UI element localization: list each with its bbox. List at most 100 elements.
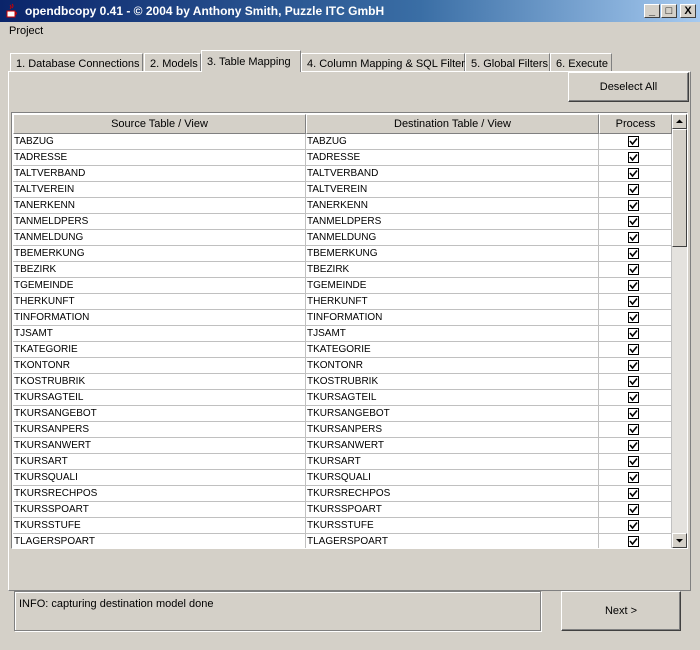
- table-row[interactable]: TANERKENN TANERKENN: [13, 198, 672, 214]
- process-checkbox[interactable]: [628, 504, 639, 515]
- process-checkbox[interactable]: [628, 216, 639, 227]
- table-row[interactable]: TKONTONR TKONTONR: [13, 358, 672, 374]
- table-row[interactable]: TJSAMT TJSAMT: [13, 326, 672, 342]
- maximize-button[interactable]: □: [661, 4, 677, 18]
- table-row[interactable]: TKOSTRUBRIK TKOSTRUBRIK: [13, 374, 672, 390]
- process-checkbox[interactable]: [628, 296, 639, 307]
- source-table-cell[interactable]: TKURSANPERS: [13, 422, 306, 438]
- destination-table-cell[interactable]: TKONTONR: [306, 358, 599, 374]
- source-table-cell[interactable]: THERKUNFT: [13, 294, 306, 310]
- source-table-cell[interactable]: TKATEGORIE: [13, 342, 306, 358]
- process-checkbox[interactable]: [628, 344, 639, 355]
- source-table-cell[interactable]: TKURSRECHPOS: [13, 486, 306, 502]
- table-row[interactable]: TLAGERSPOART TLAGERSPOART: [13, 534, 672, 548]
- source-table-cell[interactable]: TABZUG: [13, 134, 306, 150]
- table-row[interactable]: TBEZIRK TBEZIRK: [13, 262, 672, 278]
- deselect-all-button[interactable]: Deselect All: [568, 72, 689, 102]
- table-row[interactable]: TKATEGORIE TKATEGORIE: [13, 342, 672, 358]
- table-row[interactable]: TKURSART TKURSART: [13, 454, 672, 470]
- process-checkbox[interactable]: [628, 536, 639, 547]
- source-table-cell[interactable]: TJSAMT: [13, 326, 306, 342]
- process-checkbox[interactable]: [628, 376, 639, 387]
- source-table-cell[interactable]: TKOSTRUBRIK: [13, 374, 306, 390]
- tab-models[interactable]: 2. Models: [144, 53, 201, 71]
- source-table-cell[interactable]: TKURSART: [13, 454, 306, 470]
- source-table-cell[interactable]: TANERKENN: [13, 198, 306, 214]
- minimize-button[interactable]: _: [644, 4, 660, 18]
- process-checkbox[interactable]: [628, 152, 639, 163]
- table-row[interactable]: TALTVERBAND TALTVERBAND: [13, 166, 672, 182]
- source-table-cell[interactable]: TALTVERBAND: [13, 166, 306, 182]
- process-checkbox[interactable]: [628, 360, 639, 371]
- process-checkbox[interactable]: [628, 408, 639, 419]
- close-button[interactable]: X: [680, 4, 696, 18]
- table-row[interactable]: TANMELDPERS TANMELDPERS: [13, 214, 672, 230]
- destination-table-cell[interactable]: TKURSRECHPOS: [306, 486, 599, 502]
- table-row[interactable]: TKURSSPOART TKURSSPOART: [13, 502, 672, 518]
- process-checkbox[interactable]: [628, 200, 639, 211]
- destination-table-cell[interactable]: TKURSAGTEIL: [306, 390, 599, 406]
- destination-table-cell[interactable]: TKURSANGEBOT: [306, 406, 599, 422]
- process-checkbox[interactable]: [628, 440, 639, 451]
- table-row[interactable]: TBEMERKUNG TBEMERKUNG: [13, 246, 672, 262]
- menu-project[interactable]: Project: [9, 25, 43, 37]
- table-row[interactable]: TKURSRECHPOS TKURSRECHPOS: [13, 486, 672, 502]
- source-table-cell[interactable]: TINFORMATION: [13, 310, 306, 326]
- process-checkbox[interactable]: [628, 424, 639, 435]
- process-checkbox[interactable]: [628, 184, 639, 195]
- source-table-cell[interactable]: TKURSAGTEIL: [13, 390, 306, 406]
- table-row[interactable]: TABZUG TABZUG: [13, 134, 672, 150]
- column-header-process[interactable]: Process: [599, 114, 672, 134]
- process-checkbox[interactable]: [628, 472, 639, 483]
- source-table-cell[interactable]: TKURSSTUFE: [13, 518, 306, 534]
- destination-table-cell[interactable]: THERKUNFT: [306, 294, 599, 310]
- table-row[interactable]: TKURSANWERT TKURSANWERT: [13, 438, 672, 454]
- destination-table-cell[interactable]: TABZUG: [306, 134, 599, 150]
- destination-table-cell[interactable]: TLAGERSPOART: [306, 534, 599, 548]
- source-table-cell[interactable]: TGEMEINDE: [13, 278, 306, 294]
- source-table-cell[interactable]: TANMELDPERS: [13, 214, 306, 230]
- process-checkbox[interactable]: [628, 280, 639, 291]
- next-button[interactable]: Next >: [561, 591, 681, 631]
- destination-table-cell[interactable]: TKURSSPOART: [306, 502, 599, 518]
- tab-execute[interactable]: 6. Execute: [550, 53, 612, 71]
- source-table-cell[interactable]: TADRESSE: [13, 150, 306, 166]
- destination-table-cell[interactable]: TKURSSTUFE: [306, 518, 599, 534]
- tab-table-mapping[interactable]: 3. Table Mapping: [201, 50, 301, 72]
- table-row[interactable]: TALTVEREIN TALTVEREIN: [13, 182, 672, 198]
- destination-table-cell[interactable]: TANMELDUNG: [306, 230, 599, 246]
- source-table-cell[interactable]: TALTVEREIN: [13, 182, 306, 198]
- process-checkbox[interactable]: [628, 456, 639, 467]
- destination-table-cell[interactable]: TJSAMT: [306, 326, 599, 342]
- source-table-cell[interactable]: TKONTONR: [13, 358, 306, 374]
- source-table-cell[interactable]: TKURSSPOART: [13, 502, 306, 518]
- destination-table-cell[interactable]: TKURSANWERT: [306, 438, 599, 454]
- column-header-source[interactable]: Source Table / View: [13, 114, 306, 134]
- table-row[interactable]: TGEMEINDE TGEMEINDE: [13, 278, 672, 294]
- table-row[interactable]: TKURSAGTEIL TKURSAGTEIL: [13, 390, 672, 406]
- destination-table-cell[interactable]: TALTVERBAND: [306, 166, 599, 182]
- table-row[interactable]: TKURSANPERS TKURSANPERS: [13, 422, 672, 438]
- process-checkbox[interactable]: [628, 328, 639, 339]
- source-table-cell[interactable]: TKURSANGEBOT: [13, 406, 306, 422]
- process-checkbox[interactable]: [628, 168, 639, 179]
- tab-column-mapping[interactable]: 4. Column Mapping & SQL Filters: [301, 53, 470, 71]
- tab-global-filters[interactable]: 5. Global Filters: [465, 53, 550, 71]
- destination-table-cell[interactable]: TKURSART: [306, 454, 599, 470]
- destination-table-cell[interactable]: TINFORMATION: [306, 310, 599, 326]
- destination-table-cell[interactable]: TANMELDPERS: [306, 214, 599, 230]
- table-row[interactable]: TANMELDUNG TANMELDUNG: [13, 230, 672, 246]
- table-row[interactable]: TADRESSE TADRESSE: [13, 150, 672, 166]
- process-checkbox[interactable]: [628, 264, 639, 275]
- source-table-cell[interactable]: TKURSQUALI: [13, 470, 306, 486]
- scroll-up-button[interactable]: [672, 114, 687, 129]
- destination-table-cell[interactable]: TKOSTRUBRIK: [306, 374, 599, 390]
- source-table-cell[interactable]: TBEZIRK: [13, 262, 306, 278]
- destination-table-cell[interactable]: TKURSANPERS: [306, 422, 599, 438]
- process-checkbox[interactable]: [628, 488, 639, 499]
- source-table-cell[interactable]: TBEMERKUNG: [13, 246, 306, 262]
- destination-table-cell[interactable]: TKATEGORIE: [306, 342, 599, 358]
- scroll-thumb[interactable]: [672, 129, 687, 247]
- destination-table-cell[interactable]: TANERKENN: [306, 198, 599, 214]
- source-table-cell[interactable]: TKURSANWERT: [13, 438, 306, 454]
